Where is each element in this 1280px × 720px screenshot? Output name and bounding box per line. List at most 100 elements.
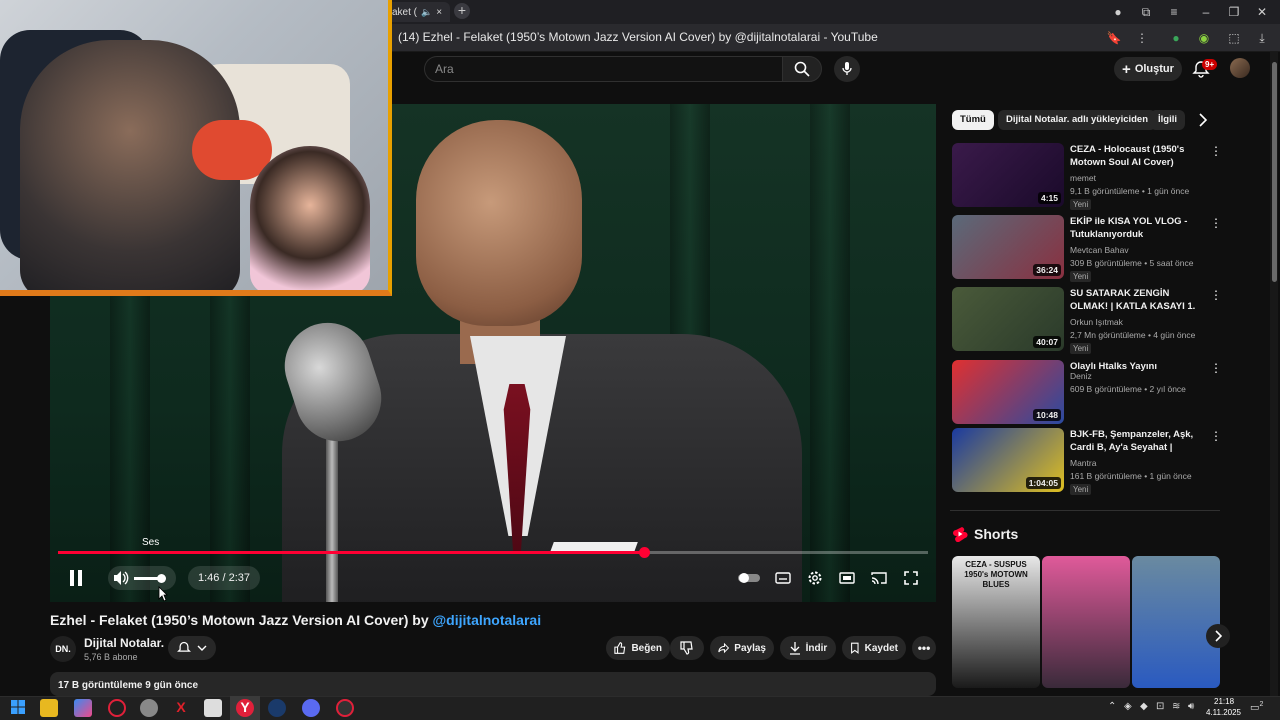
windows-start-icon[interactable] [10,699,28,717]
notification-center-icon[interactable]: ▭2 [1250,701,1263,713]
create-label: Oluştur [1134,63,1174,75]
recommendation-title[interactable]: EKİP ile KISA YOL VLOG - Tutuklanıyorduk [1070,215,1206,241]
more-icon[interactable]: ⋮ [1134,30,1150,46]
short-thumbnail[interactable]: CEZA - SUSPUS 1950's MOTOWN BLUES [952,556,1040,688]
browser-tab[interactable]: aket ( 🔈 × [386,2,450,22]
chip-related[interactable]: İlgili [1150,110,1185,130]
short-thumbnail[interactable] [1132,556,1220,688]
miniplayer-button[interactable] [836,568,858,588]
volume-icon[interactable] [112,570,130,586]
recommendation-item[interactable]: 10:48 Olaylı Htalks Yayını Deniz 609 B görü… [952,360,1222,424]
subtitles-button[interactable] [772,568,794,588]
more-vertical-icon[interactable]: ⋮ [1210,362,1222,376]
store-icon[interactable] [204,699,222,717]
channel-handle-link[interactable]: @dijitalnotalarai [433,612,542,628]
close-window-icon[interactable]: ✕ [1252,4,1272,20]
obs-icon[interactable] [336,699,354,717]
clock-time[interactable]: 21:18 [1214,697,1234,706]
more-vertical-icon[interactable]: ⋮ [1210,430,1222,444]
shorts-next-button[interactable] [1206,624,1230,648]
profile-icon[interactable]: ● [1108,4,1128,20]
browser-menu-icon[interactable]: ≡ [1164,4,1184,20]
search-input[interactable]: Ara [424,56,782,82]
recommendation-title[interactable]: BJK-FB, Şempanzeler, Aşk, Cardi B, Ay'a … [1070,428,1206,454]
recommendation-item[interactable]: 40:07 SU SATARAK ZENGİN OLMAK! | KATLA KA… [952,287,1222,354]
recommendation-channel[interactable]: Deniz [1070,371,1092,381]
tab-search-icon[interactable]: ⧉ [1136,4,1156,20]
voice-search-button[interactable] [834,56,860,82]
volume-slider[interactable] [134,573,166,583]
recommendation-channel[interactable]: memet [1070,173,1096,183]
tray-chevron-icon[interactable]: ⌃ [1108,701,1116,712]
save-button[interactable]: Kaydet [842,636,906,660]
cast-button[interactable] [868,568,890,588]
fullscreen-button[interactable] [900,568,922,588]
video-thumbnail[interactable]: 1:04:05 [952,428,1064,492]
recommendation-title[interactable]: CEZA - Holocaust (1950's Motown Soul AI … [1070,143,1206,169]
wifi-icon[interactable]: ≋ [1172,701,1180,712]
download-button[interactable]: İndir [780,636,836,660]
tab-audio-icon[interactable]: 🔈 [421,7,432,18]
network-icon[interactable]: ⊡ [1156,701,1164,712]
discord-icon[interactable] [302,699,320,717]
like-button[interactable]: Beğen [606,636,670,660]
tray-app-icon[interactable]: ◈ [1124,701,1132,712]
video-thumbnail[interactable]: 40:07 [952,287,1064,351]
channel-name[interactable]: Dijital Notalar. [84,636,164,650]
recommendation-item[interactable]: 1:04:05 BJK-FB, Şempanzeler, Aşk, Cardi B… [952,428,1222,495]
app-x-icon[interactable]: X [172,699,190,717]
extension-icon[interactable]: ● [1168,30,1184,46]
chip-from-uploader[interactable]: Dijital Notalar. adlı yükleyiciden [998,110,1157,130]
tab-title: aket ( [392,6,418,18]
speaker-icon[interactable]: 🔊︎ [1188,701,1194,712]
video-thumbnail[interactable]: 10:48 [952,360,1064,424]
recommendation-channel[interactable]: Mevtcan Bahav [1070,245,1129,255]
clock-date[interactable]: 4.11.2025 [1206,708,1241,717]
tray-app-2-icon[interactable]: ◆ [1140,701,1148,712]
chip-all[interactable]: Tümü [952,110,994,130]
minimize-icon[interactable]: – [1196,4,1216,20]
channel-avatar[interactable]: DN. [50,636,76,662]
sidebar-icon[interactable]: ⬚ [1226,30,1242,46]
progress-scrubber[interactable] [639,547,650,558]
dislike-button[interactable] [670,636,704,660]
video-thumbnail[interactable]: 36:24 [952,215,1064,279]
yandex-browser-icon[interactable]: Y [236,699,254,717]
volume-knob[interactable] [157,573,166,583]
recommendation-item[interactable]: 4:15 CEZA - Holocaust (1950's Motown Soul… [952,143,1222,210]
restore-icon[interactable]: ❐ [1224,4,1244,20]
chevron-right-icon[interactable] [1198,113,1208,127]
create-button[interactable]: + Oluştur [1114,57,1182,81]
video-thumbnail[interactable]: 4:15 [952,143,1064,207]
steam-icon[interactable] [268,699,286,717]
short-thumbnail[interactable] [1042,556,1130,688]
more-actions-button[interactable]: ••• [912,636,936,660]
tab-close-icon[interactable]: × [436,7,442,18]
share-button[interactable]: Paylaş [710,636,774,660]
copilot-icon[interactable] [74,699,92,717]
fullscreen-icon [904,571,918,585]
autoplay-toggle[interactable] [738,568,760,588]
opera-icon[interactable] [108,699,126,717]
subscription-bell-button[interactable] [168,636,216,660]
scrollbar-thumb[interactable] [1272,62,1277,282]
search-button[interactable] [782,56,822,82]
new-badge: Yeni [1070,484,1092,495]
pause-button[interactable] [64,566,88,590]
recommendation-channel[interactable]: Orkun Işıtmak [1070,317,1123,327]
recommendation-title[interactable]: SU SATARAK ZENGİN OLMAK! | KATLA KASAYI … [1070,287,1206,313]
file-explorer-icon[interactable] [40,699,58,717]
settings-button[interactable] [804,568,826,588]
recommendation-item[interactable]: 36:24 EKİP ile KISA YOL VLOG - Tutuklanıy… [952,215,1222,282]
app-icon[interactable] [140,699,158,717]
new-tab-button[interactable]: + [454,3,470,19]
more-vertical-icon[interactable]: ⋮ [1210,145,1222,159]
user-avatar[interactable] [1230,58,1250,78]
more-vertical-icon[interactable]: ⋮ [1210,289,1222,303]
more-vertical-icon[interactable]: ⋮ [1210,217,1222,231]
recommendation-channel[interactable]: Mantra [1070,458,1096,468]
download-icon[interactable]: ⤓ [1254,30,1270,46]
bookmark-icon[interactable]: 🔖 [1106,30,1122,46]
extension-2-icon[interactable]: ◉ [1196,30,1212,46]
description-box[interactable]: 17 B görüntüleme 9 gün önce [50,672,936,696]
